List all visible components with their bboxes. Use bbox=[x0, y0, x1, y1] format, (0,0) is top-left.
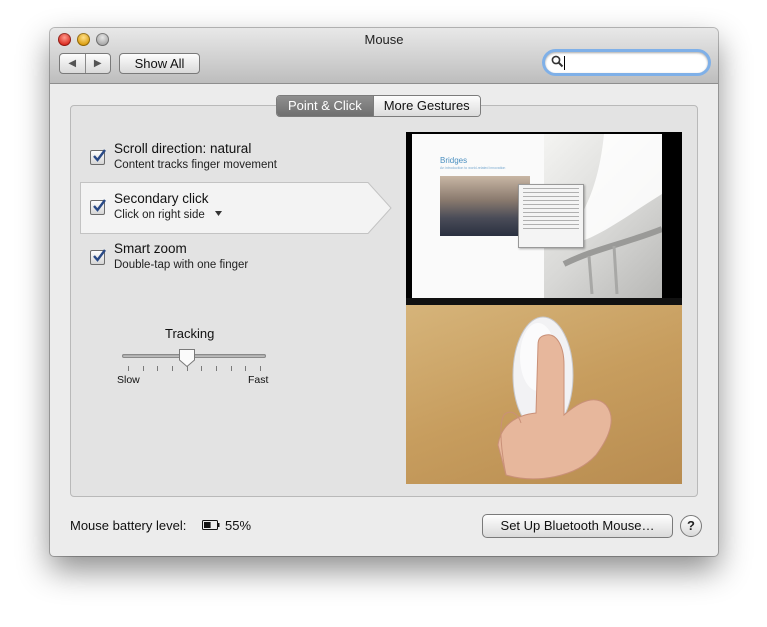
tracking-max-label: Fast bbox=[248, 374, 269, 386]
slider-tick bbox=[231, 366, 232, 371]
text-caret bbox=[564, 56, 565, 70]
slider-tick bbox=[245, 366, 246, 371]
slider-tick bbox=[143, 366, 144, 371]
hand-on-mouse-video bbox=[406, 305, 682, 484]
slider-tick bbox=[216, 366, 217, 371]
window-title: Mouse bbox=[364, 32, 404, 47]
slider-tick bbox=[260, 366, 261, 371]
battery-level-label: Mouse battery level: bbox=[70, 518, 187, 533]
preview-doc-title: Bridges bbox=[440, 156, 468, 165]
checkmark-icon bbox=[93, 199, 106, 212]
option-subtitle: Double-tap with one finger bbox=[114, 259, 249, 271]
tab-more-gestures[interactable]: More Gestures bbox=[372, 96, 480, 116]
tab-point-and-click[interactable]: Point & Click bbox=[277, 96, 373, 116]
chevron-down-icon bbox=[214, 211, 222, 216]
back-forward-control: ◀ ▶ bbox=[59, 53, 111, 74]
checkmark-icon bbox=[93, 149, 106, 162]
preview-status-bar bbox=[406, 298, 682, 305]
magic-mouse-illustration bbox=[497, 316, 612, 480]
title-bar[interactable]: Mouse ◀ ▶ Show All bbox=[50, 28, 718, 84]
magnifying-glass-icon bbox=[551, 55, 564, 68]
slider-tick bbox=[157, 366, 158, 371]
preferences-window: Mouse ◀ ▶ Show All Point & Click More Ge… bbox=[50, 28, 718, 556]
battery-icon bbox=[202, 520, 220, 530]
secondary-click-checkbox[interactable] bbox=[90, 199, 106, 215]
option-title: Smart zoom bbox=[114, 241, 187, 256]
forward-button[interactable]: ▶ bbox=[84, 54, 111, 73]
slider-tick bbox=[128, 366, 129, 371]
bridge-photo bbox=[440, 176, 530, 236]
battery-percent: 55% bbox=[225, 518, 252, 533]
forward-arrow-icon: ▶ bbox=[93, 58, 102, 69]
scroll-direction-checkbox[interactable] bbox=[90, 149, 106, 165]
setup-bluetooth-mouse-button[interactable]: Set Up Bluetooth Mouse… bbox=[482, 514, 673, 538]
help-button[interactable]: ? bbox=[680, 515, 702, 537]
back-button[interactable]: ◀ bbox=[60, 54, 85, 73]
option-title: Secondary click bbox=[114, 191, 209, 206]
tracking-slider-knob[interactable] bbox=[178, 348, 196, 368]
preview-screen: Bridges An introduction to world-related… bbox=[406, 132, 682, 305]
tracking-min-label: Slow bbox=[117, 374, 140, 386]
option-title: Scroll direction: natural bbox=[114, 141, 252, 156]
preview-doc-subtitle: An introduction to world-related innovat… bbox=[440, 166, 506, 170]
secondary-click-popup[interactable]: Click on right side bbox=[114, 209, 224, 221]
tracking-label: Tracking bbox=[165, 326, 215, 341]
selected-option-highlight bbox=[80, 182, 392, 234]
gesture-preview-video: Bridges An introduction to world-related… bbox=[406, 132, 682, 484]
option-subtitle: Content tracks finger movement bbox=[114, 159, 277, 171]
back-arrow-icon: ◀ bbox=[68, 58, 77, 69]
show-all-button[interactable]: Show All bbox=[119, 53, 200, 74]
option-subtitle: Click on right side bbox=[114, 209, 205, 221]
slider-tick bbox=[172, 366, 173, 371]
search-field[interactable] bbox=[545, 52, 708, 73]
smart-zoom-checkbox[interactable] bbox=[90, 249, 106, 265]
checkmark-icon bbox=[93, 249, 106, 262]
preview-context-menu bbox=[518, 184, 584, 248]
tab-bar: Point & Click More Gestures bbox=[276, 95, 481, 117]
slider-tick bbox=[201, 366, 202, 371]
